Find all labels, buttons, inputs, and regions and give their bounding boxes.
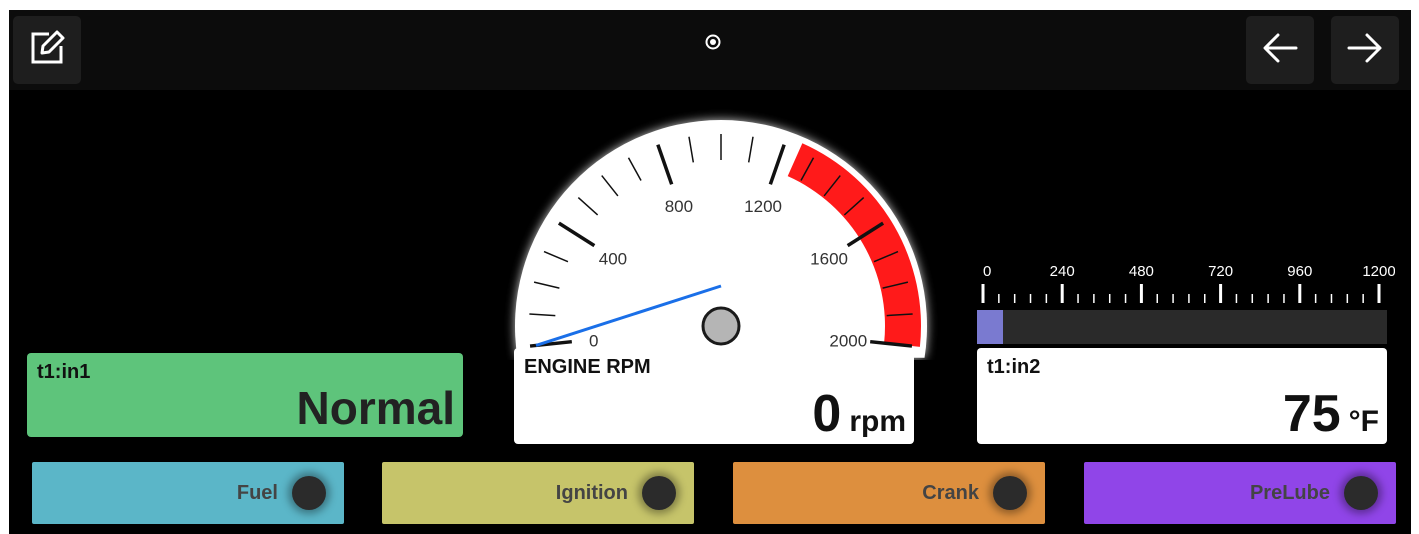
fuel-button[interactable]: Fuel: [32, 462, 344, 524]
edit-icon: [27, 28, 67, 73]
arrow-right-icon: [1345, 28, 1385, 73]
rpm-number: 0: [812, 385, 842, 443]
input-status-value: Normal: [297, 383, 455, 433]
rpm-title: ENGINE RPM: [524, 356, 651, 378]
rpm-value: 0 rpm: [812, 388, 906, 440]
temperature-label: t1:in2: [987, 356, 1041, 378]
top-bar: [9, 10, 1411, 90]
forward-button[interactable]: [1331, 16, 1399, 84]
temperature-value: 75 °F: [1283, 388, 1379, 440]
status-dot-icon: [705, 34, 721, 50]
crank-indicator-icon: [993, 476, 1027, 510]
input-status-label: t1:in1: [37, 361, 91, 383]
rpm-gauge-dial: 0400800 120016002000: [515, 120, 927, 358]
back-button[interactable]: [1246, 16, 1314, 84]
temperature-panel: t1:in2 75 °F: [977, 348, 1387, 444]
gauge-tick-label: 1600: [810, 249, 848, 268]
temperature-number: 75: [1282, 385, 1341, 443]
ignition-button[interactable]: Ignition: [382, 462, 694, 524]
ignition-indicator-icon: [642, 476, 676, 510]
dashboard-screen: 0 400 800 1200 1600 2000 t1:in1 Normal ENGINE…: [9, 10, 1411, 534]
prelube-indicator-icon: [1344, 476, 1378, 510]
gauge-tick-label: 400: [599, 249, 627, 268]
bar-scale-label: 0: [983, 263, 991, 280]
bar-scale-label: 240: [1050, 263, 1075, 280]
gauge-tick-label: 1200: [744, 197, 782, 216]
arrow-left-icon: [1260, 28, 1300, 73]
bar-scale-label: 480: [1129, 263, 1154, 280]
bar-scale-label: 720: [1208, 263, 1233, 280]
crank-button[interactable]: Crank: [733, 462, 1045, 524]
ignition-button-label: Ignition: [555, 481, 628, 504]
bar-fill: [977, 310, 1003, 344]
crank-button-label: Crank: [922, 481, 979, 504]
input-status-state: Normal: [296, 382, 455, 434]
gauge-hub: [701, 306, 741, 346]
edit-button[interactable]: [13, 16, 81, 84]
gauge-tick-label: 800: [665, 197, 693, 216]
temperature-bar-gauge: 0 240 480 720 960 1200: [975, 254, 1396, 344]
rpm-gauge: 0 400 800 1200 1600 2000: [499, 100, 939, 360]
prelube-button[interactable]: PreLube: [1084, 462, 1396, 524]
fuel-button-label: Fuel: [236, 481, 278, 504]
bar-scale-label: 960: [1287, 263, 1312, 280]
input-status-panel: t1:in1 Normal: [27, 353, 463, 437]
fuel-indicator-icon: [292, 476, 326, 510]
bar-track: [977, 310, 1387, 344]
bar-scale-label: 1200: [1362, 263, 1395, 280]
temperature-unit: °F: [1348, 405, 1379, 438]
rpm-readout-panel: ENGINE RPM 0 rpm: [514, 348, 914, 444]
prelube-button-label: PreLube: [1249, 481, 1330, 504]
rpm-unit: rpm: [849, 405, 906, 438]
bar-scale: 0 240 480 720 960 1200: [981, 263, 1396, 303]
